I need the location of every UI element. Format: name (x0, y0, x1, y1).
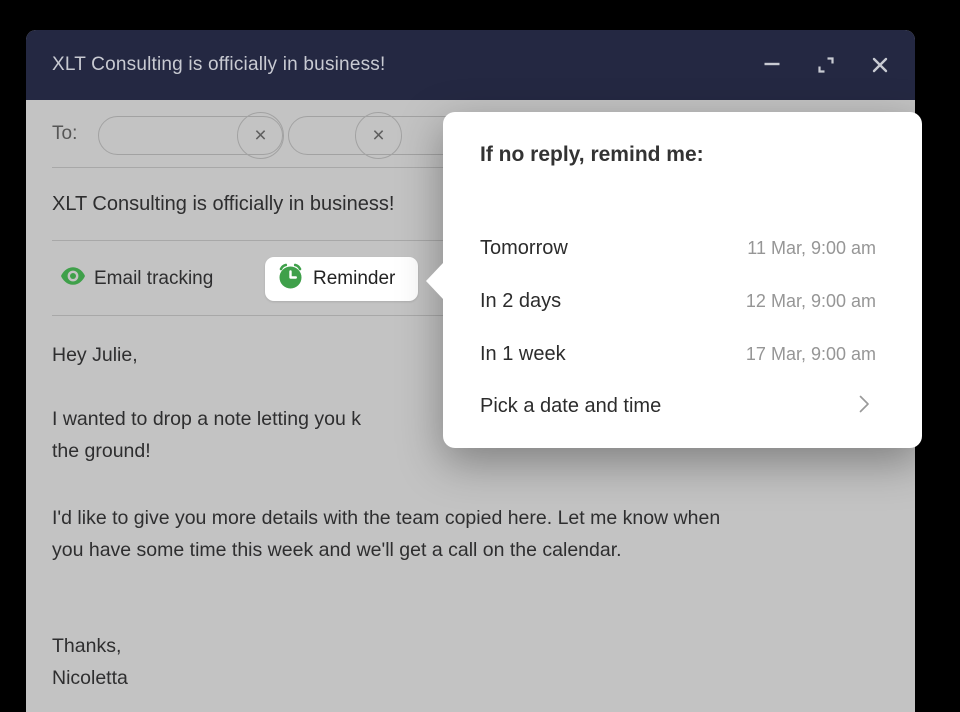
option-label: Pick a date and time (480, 395, 661, 418)
body-line: Thanks, (52, 635, 121, 658)
body-line: Nicoletta (52, 667, 128, 690)
reminder-option-pick-date-time[interactable]: Pick a date and time (480, 384, 876, 428)
reminder-option-tomorrow[interactable]: Tomorrow 11 Mar, 9:00 am (480, 226, 876, 270)
option-label: In 1 week (480, 343, 566, 366)
option-label: Tomorrow (480, 237, 568, 260)
body-line: I wanted to drop a note letting you k (52, 408, 361, 431)
reminder-popup-title: If no reply, remind me: (480, 143, 704, 167)
body-line: you have some time this week and we'll g… (52, 539, 622, 562)
reminder-popup: If no reply, remind me: Tomorrow 11 Mar,… (443, 112, 922, 448)
popup-tail (426, 263, 443, 299)
chevron-right-icon (852, 391, 876, 422)
reminder-option-in-1-week[interactable]: In 1 week 17 Mar, 9:00 am (480, 332, 876, 376)
option-label: In 2 days (480, 290, 561, 313)
reminder-option-in-2-days[interactable]: In 2 days 12 Mar, 9:00 am (480, 279, 876, 323)
body-line: I'd like to give you more details with t… (52, 507, 720, 530)
body-line: Hey Julie, (52, 344, 138, 367)
option-datetime: 17 Mar, 9:00 am (746, 344, 876, 365)
option-datetime: 11 Mar, 9:00 am (747, 238, 876, 259)
body-line: the ground! (52, 440, 151, 463)
option-datetime: 12 Mar, 9:00 am (746, 291, 876, 312)
